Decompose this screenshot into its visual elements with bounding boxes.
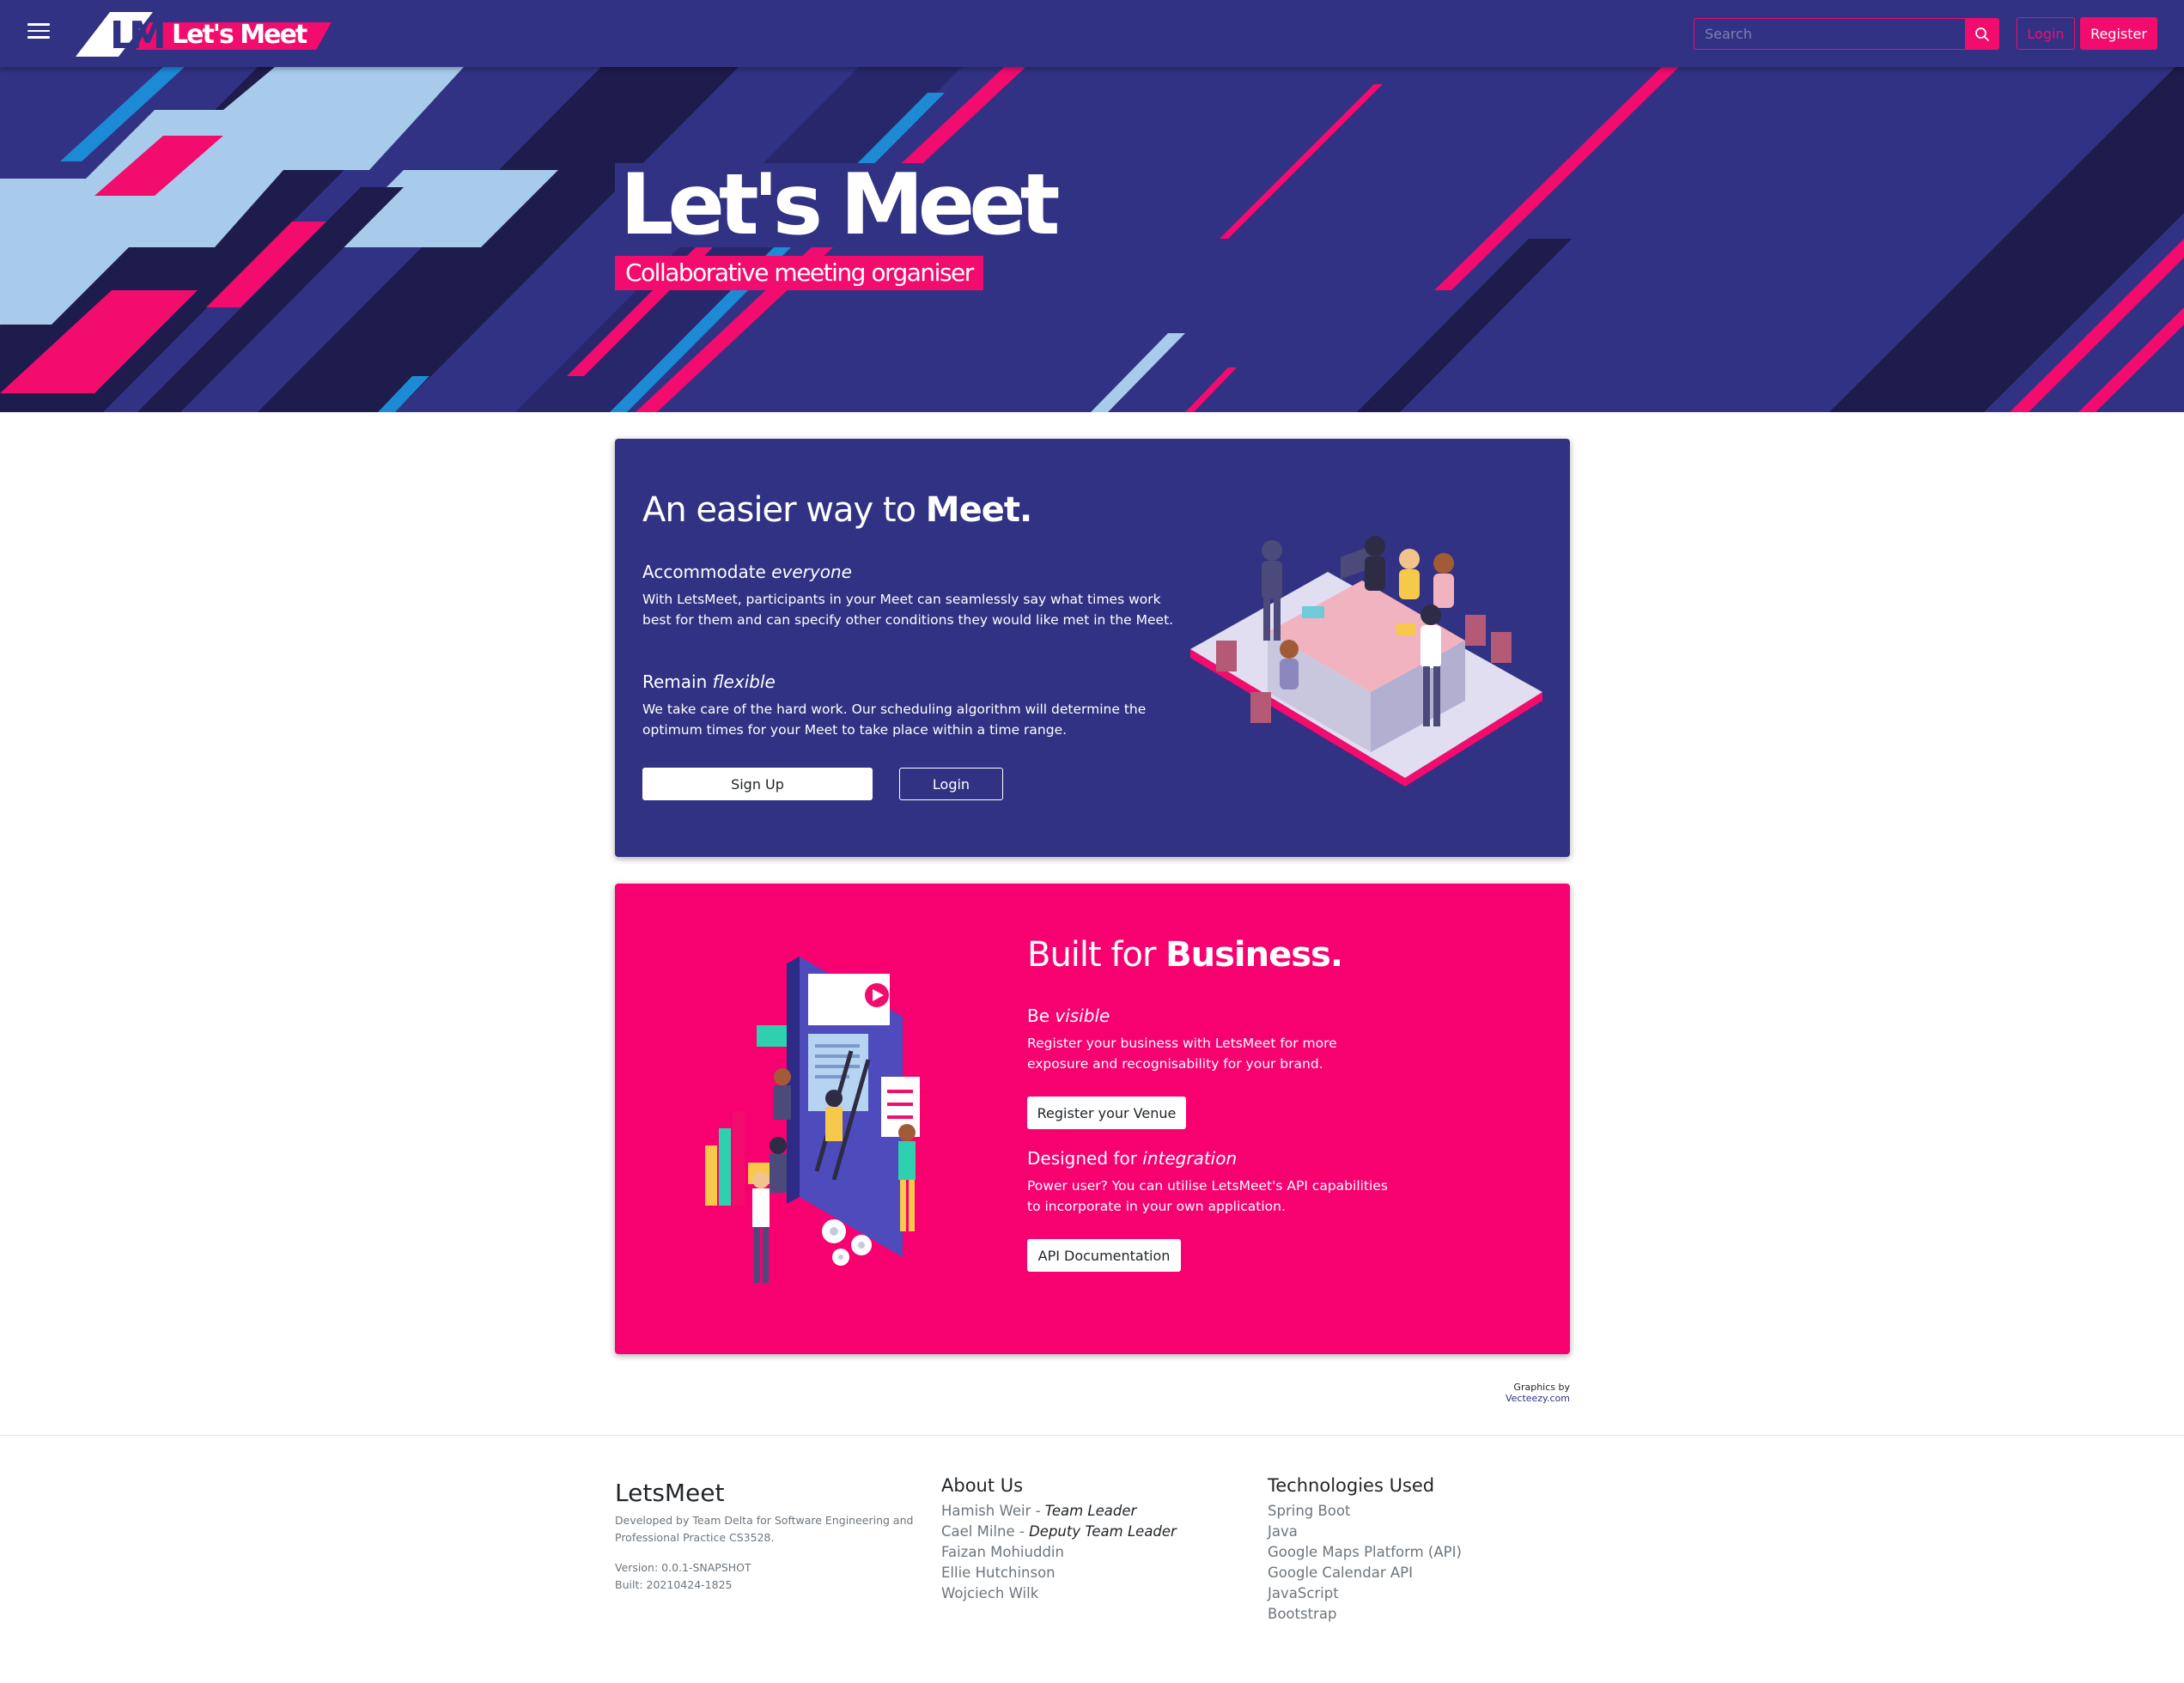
hero-subtitle: Collaborative meeting organiser (615, 256, 983, 290)
footer-brand: LetsMeet (615, 1479, 725, 1507)
hero-banner: Let's Meet Collaborative meeting organis… (0, 67, 2184, 412)
technologies-title: Technologies Used (1268, 1475, 1435, 1496)
hero-title: Let's Meet (615, 163, 1061, 247)
menu-icon[interactable] (27, 23, 50, 42)
footer-divider (0, 1435, 2184, 1436)
footer-about-column: About Us Hamish Weir - Team Leader Cael … (941, 1475, 1177, 1604)
accommodate-heading: Accommodate everyone (642, 562, 852, 582)
card-login-button[interactable]: Login (899, 768, 1003, 800)
footer-developed-text: Developed by Team Delta for Software Eng… (615, 1514, 914, 1544)
hero-background-stripes (0, 67, 2184, 412)
nav-login-button[interactable]: Login (2017, 17, 2075, 50)
team-member: Ellie Hutchinson (941, 1565, 1055, 1581)
flexible-heading: Remain flexible (642, 671, 776, 692)
team-member: Hamish Weir - Team Leader (941, 1503, 1137, 1519)
search-input[interactable] (1694, 18, 1965, 50)
api-documentation-button[interactable]: API Documentation (1027, 1239, 1181, 1272)
brand-logo-letters: LM (110, 14, 163, 58)
footer-version: Version: 0.0.1-SNAPSHOT Built: 20210424-… (615, 1559, 751, 1594)
flexible-text: We take care of the hard work. Our sched… (642, 702, 1147, 738)
search-button[interactable] (1965, 18, 1999, 50)
business-feature-card: Built for Business. Be visible Register … (615, 884, 1570, 1354)
tech-item: Java (1268, 1523, 1298, 1540)
search-bar (1694, 18, 1999, 50)
search-icon (1975, 27, 1989, 41)
brand-name: Let's Meet (172, 20, 307, 50)
business-dashboard-illustration (705, 957, 920, 1283)
tech-item: Google Calendar API (1268, 1565, 1413, 1581)
integration-text: Power user? You can utilise LetsMeet's A… (1027, 1178, 1388, 1214)
sign-up-button[interactable]: Sign Up (642, 768, 873, 800)
meet-card-heading: An easier way to Meet. (642, 490, 1032, 530)
vecteezy-link[interactable]: Vecteezy.com (1506, 1393, 1570, 1404)
meet-feature-card: An easier way to Meet. Accommodate every… (615, 439, 1570, 857)
visible-heading: Be visible (1027, 1006, 1110, 1026)
tech-item: Spring Boot (1268, 1503, 1351, 1519)
team-member: Faizan Mohiuddin (941, 1544, 1064, 1560)
footer-version-text: Version: 0.0.1-SNAPSHOT (615, 1561, 751, 1574)
top-navbar: LM Let's Meet Login Register (0, 0, 2184, 67)
tech-item: Bootstrap (1268, 1606, 1337, 1622)
team-member: Cael Milne - Deputy Team Leader (941, 1523, 1177, 1540)
business-card-heading: Built for Business. (1027, 935, 1343, 975)
integration-heading: Designed for integration (1027, 1148, 1238, 1169)
brand-logo[interactable]: LM Let's Meet (76, 7, 335, 58)
footer-built-text: Built: 20210424-1825 (615, 1578, 733, 1591)
team-meeting-illustration (1190, 536, 1542, 787)
nav-register-button[interactable]: Register (2080, 17, 2157, 50)
graphics-credit: Graphics by Vecteezy.com (1505, 1382, 1570, 1404)
tech-item: Google Maps Platform (API) (1268, 1544, 1462, 1560)
tech-item: JavaScript (1268, 1585, 1339, 1601)
accommodate-text: With LetsMeet, participants in your Meet… (642, 592, 1174, 628)
visible-text: Register your business with LetsMeet for… (1027, 1036, 1337, 1072)
team-member: Wojciech Wilk (941, 1585, 1039, 1601)
register-venue-button[interactable]: Register your Venue (1027, 1097, 1186, 1129)
about-us-title: About Us (941, 1475, 1024, 1496)
footer-tech-column: Technologies Used Spring Boot Java Googl… (1268, 1475, 1462, 1625)
